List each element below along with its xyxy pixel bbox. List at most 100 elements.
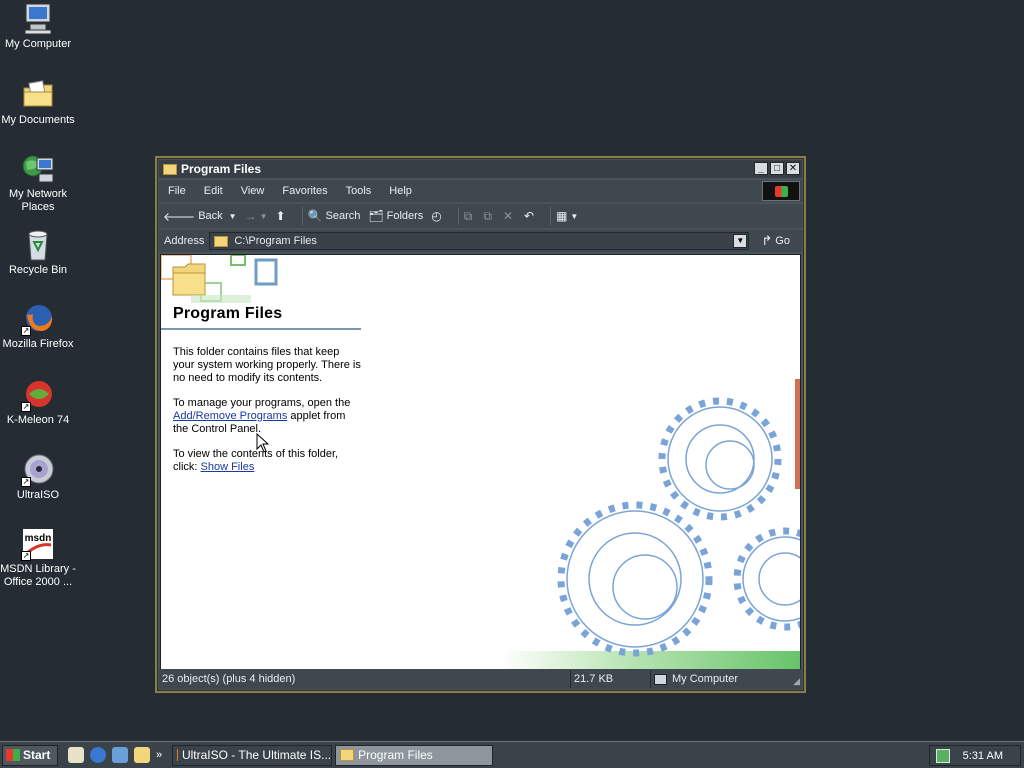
search-button[interactable]: 🔍 Search: [308, 209, 361, 223]
start-button[interactable]: Start: [2, 744, 58, 766]
folder-content[interactable]: Program Files This folder contains files…: [160, 254, 801, 670]
system-tray: 5:31 AM: [929, 745, 1021, 766]
delete-button[interactable]: ✕: [503, 209, 516, 223]
clock[interactable]: 5:31 AM: [963, 750, 1003, 762]
up-folder-button[interactable]: ⬆: [276, 209, 289, 223]
folder-icon: [340, 749, 355, 761]
menu-favorites[interactable]: Favorites: [273, 185, 336, 197]
search-icon: 🔍: [307, 209, 323, 223]
undo-icon: ↶: [524, 209, 535, 223]
windows-flag-icon: [6, 749, 20, 761]
menu-view[interactable]: View: [232, 185, 274, 197]
desktop-icon-recycle-bin[interactable]: Recycle Bin: [0, 228, 76, 277]
close-button[interactable]: ✕: [786, 162, 800, 175]
title-bar[interactable]: Program Files _ □ ✕: [159, 160, 802, 178]
minimize-button[interactable]: _: [754, 162, 768, 175]
gears-watermark-icon: [557, 379, 800, 657]
views-button[interactable]: ▦ ▼: [556, 209, 578, 223]
back-dropdown-icon[interactable]: ▼: [229, 212, 237, 221]
folders-label: Folders: [386, 210, 424, 222]
shortcut-arrow-icon: ↗: [21, 402, 31, 412]
address-input[interactable]: C:\Program Files ▼: [209, 232, 750, 250]
folder-banner-icon: [161, 255, 278, 303]
task-label: Program Files: [358, 748, 433, 762]
forward-button[interactable]: → ▼: [245, 209, 268, 223]
forward-dropdown-icon[interactable]: ▼: [260, 212, 268, 221]
pane-heading: Program Files: [173, 305, 283, 322]
explorer-window: Program Files _ □ ✕ File Edit View Favor…: [155, 156, 806, 693]
windows-logo-icon: [762, 181, 800, 201]
start-label: Start: [23, 748, 51, 762]
move-to-icon: ⧉: [463, 208, 473, 223]
search-label: Search: [325, 210, 361, 222]
desktop-icon-ultraiso[interactable]: ↗ UltraISO: [0, 453, 76, 502]
copy-to-icon: ⧉: [483, 208, 492, 223]
computer-icon: [21, 2, 55, 36]
mouse-cursor-icon: [256, 433, 270, 453]
quick-launch: »: [68, 747, 162, 763]
resize-grip-icon[interactable]: ◢: [793, 676, 800, 687]
menu-bar: File Edit View Favorites Tools Help: [159, 180, 802, 202]
webview-pane: Program Files This folder contains files…: [161, 255, 361, 669]
go-label: Go: [775, 235, 790, 247]
toolbar: 🡐 Back ▼ → ▼ ⬆ 🔍 Search 🗂 Folders ◴ ⧉ ⧉ ✕…: [159, 204, 802, 228]
desktop-icon-label: Mozilla Firefox: [2, 338, 74, 350]
go-button[interactable]: ↱ Go: [761, 233, 790, 249]
desktop-icon-label: K-Meleon 74: [6, 414, 70, 426]
delete-icon: ✕: [502, 209, 513, 223]
desktop-icon-my-computer[interactable]: My Computer: [0, 2, 76, 51]
move-to-button[interactable]: ⧉: [464, 209, 476, 224]
firefox-icon: ↗: [21, 302, 55, 336]
network-icon: [21, 152, 55, 186]
desktop-icon-my-network-places[interactable]: My Network Places: [0, 152, 76, 214]
window-title: Program Files: [181, 162, 262, 176]
pane-manage-text: To manage your programs, open the Add/Re…: [173, 397, 363, 436]
quick-launch-more-icon[interactable]: »: [156, 749, 162, 761]
copy-to-button[interactable]: ⧉: [483, 209, 495, 224]
address-value: C:\Program Files: [234, 235, 317, 247]
folders-button[interactable]: 🗂 Folders: [368, 209, 423, 223]
folder-icon: [214, 235, 229, 247]
desktop-icon-k-meleon[interactable]: ↗ K-Meleon 74: [0, 378, 76, 427]
forward-arrow-icon: →: [244, 209, 257, 223]
back-label: Back: [198, 210, 223, 222]
address-label: Address: [164, 235, 205, 247]
undo-button[interactable]: ↶: [524, 209, 537, 223]
menu-help[interactable]: Help: [380, 185, 421, 197]
msdn-icon: msdn ↗: [21, 527, 55, 561]
add-remove-programs-link[interactable]: Add/Remove Programs: [173, 410, 287, 422]
desktop-icon-label: MSDN Library - Office 2000 ...: [0, 563, 76, 588]
show-files-link[interactable]: Show Files: [201, 461, 255, 473]
show-desktop-icon[interactable]: [68, 747, 84, 763]
manage-text-pre: To manage your programs, open the: [173, 397, 351, 409]
menu-file[interactable]: File: [159, 185, 195, 197]
folder-icon: [163, 163, 177, 175]
history-button[interactable]: ◴: [431, 209, 444, 223]
task-ultraiso-firefox[interactable]: UltraISO - The Ultimate IS...: [172, 744, 333, 766]
explorer-icon[interactable]: [134, 747, 150, 763]
task-program-files[interactable]: Program Files: [335, 744, 494, 766]
desktop-icon-my-documents[interactable]: My Documents: [0, 78, 76, 127]
window-controls: _ □ ✕: [754, 162, 800, 175]
menu-edit[interactable]: Edit: [195, 185, 232, 197]
desktop-icon-msdn-library[interactable]: msdn ↗ MSDN Library - Office 2000 ...: [0, 527, 76, 589]
desktop-icon-mozilla-firefox[interactable]: ↗ Mozilla Firefox: [0, 302, 76, 351]
internet-explorer-icon[interactable]: [90, 747, 106, 763]
address-dropdown-icon[interactable]: ▼: [733, 234, 748, 248]
network-status-icon[interactable]: [936, 749, 950, 763]
menu-tools[interactable]: Tools: [337, 185, 381, 197]
views-grid-icon: ▦: [556, 209, 568, 223]
computer-icon: [654, 673, 667, 685]
firefox-icon: [177, 749, 178, 761]
maximize-button[interactable]: □: [770, 162, 784, 175]
views-dropdown-icon[interactable]: ▼: [570, 212, 578, 221]
up-folder-icon: ⬆: [275, 209, 286, 223]
back-button[interactable]: 🡐 Back ▼: [163, 209, 237, 224]
pane-description: This folder contains files that keep you…: [173, 346, 361, 384]
status-size: 21.7 KB: [571, 670, 651, 688]
status-objects: 26 object(s) (plus 4 hidden): [159, 670, 571, 688]
address-bar: Address C:\Program Files ▼ ↱ Go: [159, 230, 802, 252]
outlook-express-icon[interactable]: [112, 747, 128, 763]
heading-rule: [161, 328, 361, 330]
go-arrow-icon: ↱: [761, 233, 773, 248]
